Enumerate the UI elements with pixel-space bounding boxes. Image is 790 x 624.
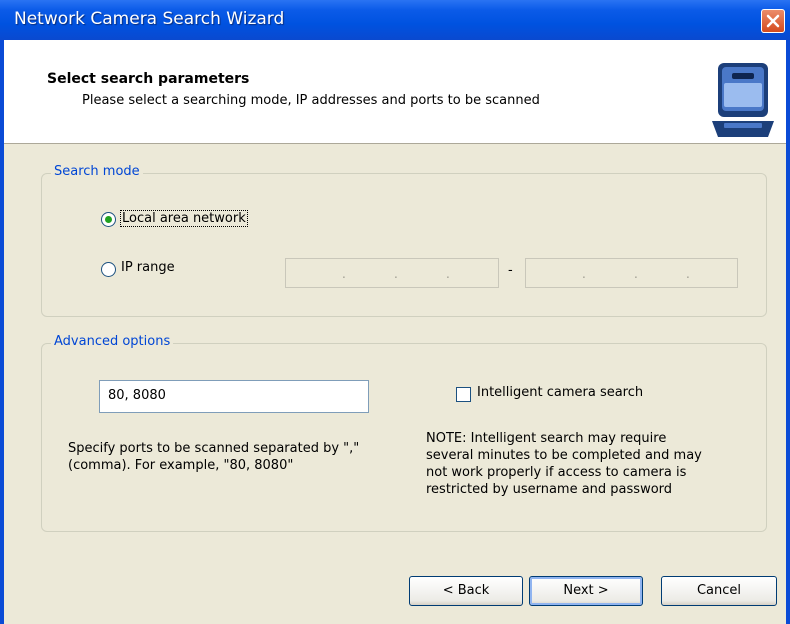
note-line: several minutes to be completed and may (426, 448, 702, 463)
ports-help-text: Specify ports to be scanned separated by… (68, 440, 359, 474)
note-line: restricted by username and password (426, 482, 673, 497)
back-button[interactable]: < Back (409, 576, 523, 606)
ports-input-value: 80, 8080 (108, 388, 166, 403)
note-line: NOTE: Intelligent search may require (426, 431, 667, 446)
window-border-right (786, 40, 790, 624)
local-area-network-radio[interactable] (101, 212, 116, 227)
ip-range-radio[interactable] (101, 262, 116, 277)
local-area-network-label[interactable]: Local area network (120, 210, 248, 227)
ip-octet-separator: . (686, 267, 690, 281)
ip-octet-separator: . (582, 267, 586, 281)
ip-range-label[interactable]: IP range (121, 260, 175, 275)
ip-range-end-input[interactable]: . . . (525, 258, 738, 288)
search-mode-legend: Search mode (51, 164, 143, 179)
close-icon (766, 14, 780, 28)
title-bar[interactable]: Network Camera Search Wizard (0, 0, 790, 40)
ip-octet-separator: . (342, 267, 346, 281)
ip-octet-separator: . (446, 267, 450, 281)
ip-range-separator: - (508, 263, 513, 278)
next-button[interactable]: Next > (529, 576, 643, 606)
advanced-options-legend: Advanced options (51, 334, 174, 349)
header-title: Select search parameters (47, 71, 250, 87)
wizard-header: Select search parameters Please select a… (4, 40, 786, 144)
intelligent-search-note: NOTE: Intelligent search may require sev… (426, 430, 702, 498)
close-button[interactable] (761, 9, 785, 33)
header-subtitle: Please select a searching mode, IP addre… (82, 93, 540, 108)
window-title: Network Camera Search Wizard (14, 9, 285, 29)
ports-help-line: Specify ports to be scanned separated by… (68, 441, 360, 456)
note-line: not work properly if access to camera is (426, 465, 687, 480)
radio-selected-dot (105, 216, 112, 223)
camera-case-icon (712, 63, 774, 137)
wizard-window: Network Camera Search Wizard Select sear… (0, 0, 790, 624)
ip-range-start-input[interactable]: . . . (285, 258, 499, 288)
ports-help-line: (comma). For example, "80, 8080" (68, 458, 294, 473)
intelligent-search-label[interactable]: Intelligent camera search (477, 385, 643, 400)
ports-input[interactable]: 80, 8080 (99, 380, 369, 413)
ip-octet-separator: . (634, 267, 638, 281)
intelligent-search-checkbox[interactable] (456, 387, 471, 402)
cancel-button[interactable]: Cancel (661, 576, 777, 606)
search-mode-group (41, 173, 767, 317)
ip-octet-separator: . (394, 267, 398, 281)
